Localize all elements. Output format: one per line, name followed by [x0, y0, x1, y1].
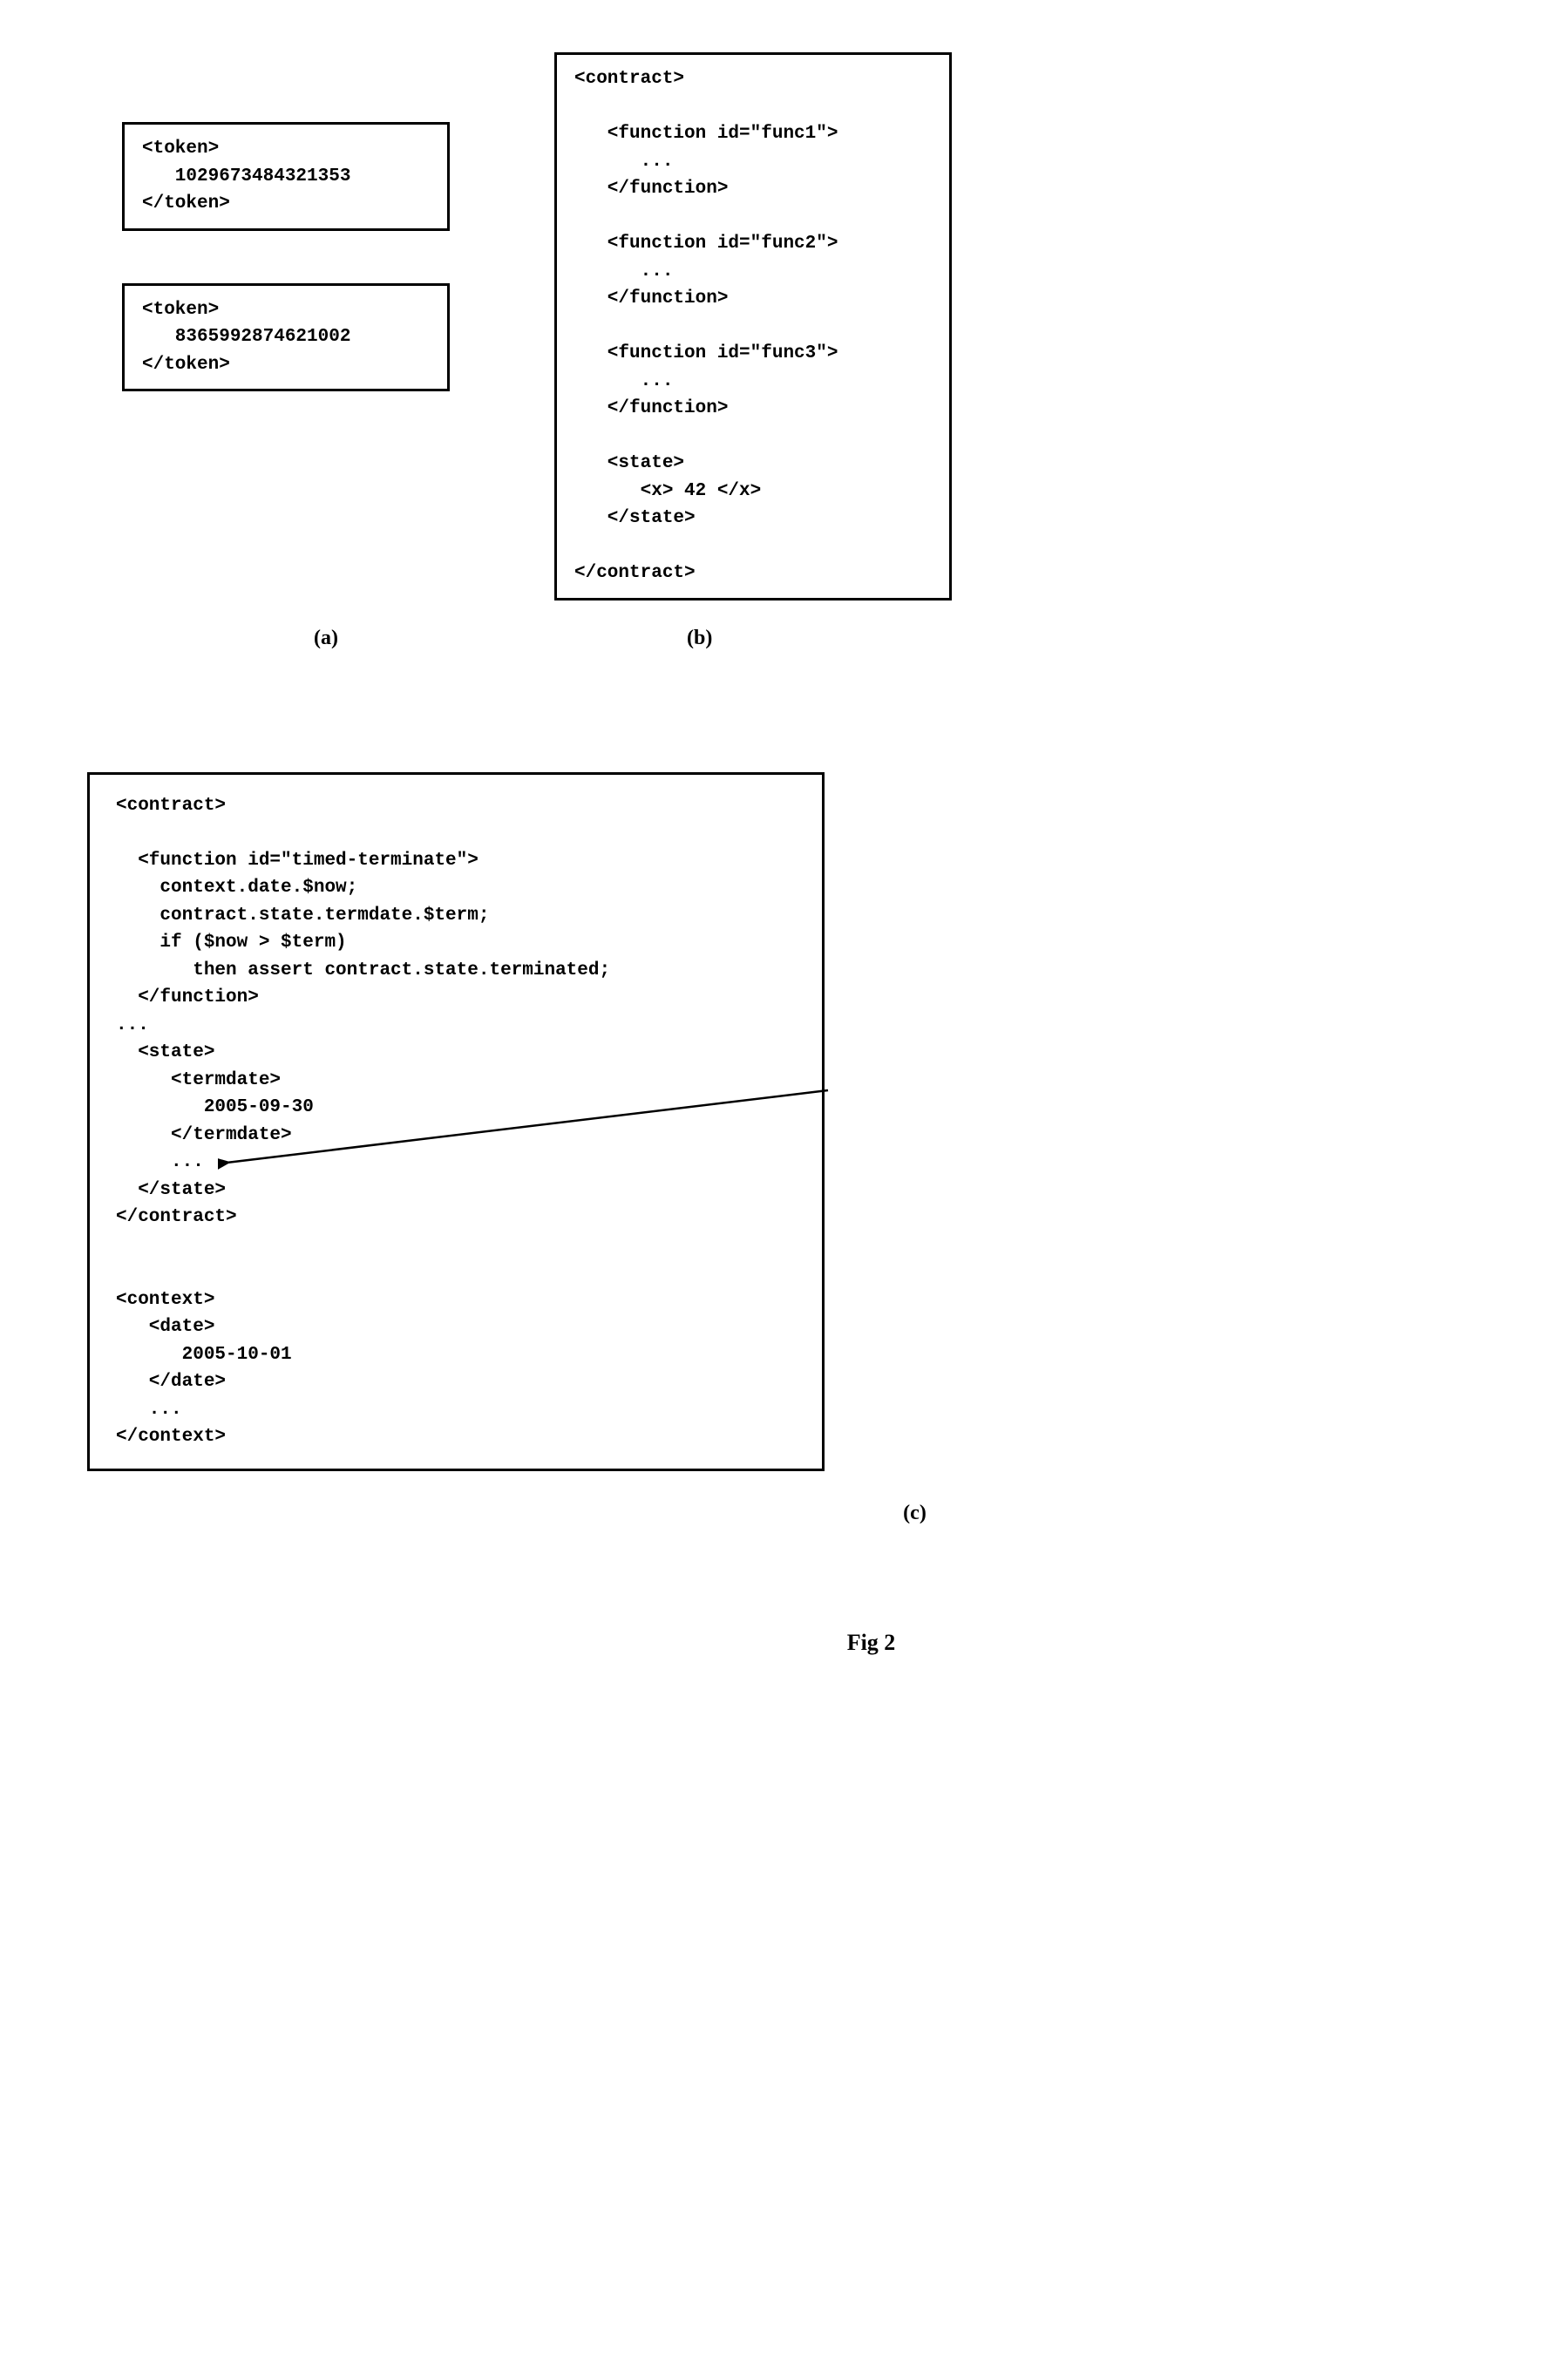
- cb-l7: <function id="func2">: [574, 234, 838, 254]
- token1-close: </token>: [142, 193, 230, 214]
- top-row: <token> 1029673484321353 </token> <token…: [122, 52, 1481, 600]
- token2-open: <token>: [142, 300, 219, 320]
- section-c: <contract> <function id="timed-terminate…: [87, 772, 1481, 1471]
- cc-l12: 2005-09-30: [116, 1097, 314, 1117]
- cc-l9: ...: [116, 1015, 149, 1035]
- cc-l14: ...: [116, 1152, 204, 1172]
- cc-l5: contract.state.termdate.$term;: [116, 906, 489, 926]
- token-box-1: <token> 1029673484321353 </token>: [122, 122, 450, 231]
- cc-l1: <contract>: [116, 796, 226, 816]
- cc-l10: <state>: [116, 1042, 214, 1062]
- token1-open: <token>: [142, 139, 219, 159]
- cc-l22: </date>: [116, 1372, 226, 1392]
- cc-l20: <date>: [116, 1317, 214, 1337]
- labels-row-ab: (a) (b): [314, 627, 1481, 650]
- cc-l6: if ($now > $term): [116, 933, 347, 953]
- cb-l1: <contract>: [574, 69, 684, 89]
- cb-l19: </contract>: [574, 563, 696, 583]
- cb-l4: ...: [574, 152, 673, 172]
- cb-l17: </state>: [574, 508, 696, 528]
- cb-l11: <function id="func3">: [574, 343, 838, 363]
- token-box-2: <token> 8365992874621002 </token>: [122, 283, 450, 392]
- token1-value: 1029673484321353: [142, 166, 350, 187]
- cb-l13: </function>: [574, 398, 728, 418]
- cc-l11: <termdate>: [116, 1070, 281, 1090]
- cc-l15: </state>: [116, 1180, 226, 1200]
- cb-l5: </function>: [574, 179, 728, 199]
- cb-l8: ...: [574, 261, 673, 282]
- cb-l15: <state>: [574, 453, 684, 473]
- cc-l13: </termdate>: [116, 1125, 292, 1145]
- figure-label: Fig 2: [261, 1630, 1481, 1656]
- cb-l16: <x> 42 </x>: [574, 481, 761, 501]
- cc-l21: 2005-10-01: [116, 1345, 292, 1365]
- contract-box-b: <contract> <function id="func1"> ... </f…: [554, 52, 952, 600]
- tokens-column: <token> 1029673484321353 </token> <token…: [122, 122, 450, 391]
- cc-l23: ...: [116, 1400, 182, 1420]
- token2-close: </token>: [142, 355, 230, 375]
- cc-l16: </contract>: [116, 1207, 237, 1227]
- contract-box-c: <contract> <function id="timed-terminate…: [87, 772, 825, 1471]
- cc-l3: <function id="timed-terminate">: [116, 851, 479, 871]
- label-b: (b): [687, 627, 712, 650]
- cc-l19: <context>: [116, 1290, 214, 1310]
- cc-l24: </context>: [116, 1427, 226, 1447]
- cc-l7: then assert contract.state.terminated;: [116, 960, 610, 980]
- label-a: (a): [314, 627, 338, 650]
- label-c: (c): [349, 1502, 1481, 1525]
- cc-l8: </function>: [116, 987, 259, 1008]
- token2-value: 8365992874621002: [142, 327, 350, 347]
- cb-l3: <function id="func1">: [574, 124, 838, 144]
- cb-l9: </function>: [574, 288, 728, 309]
- cb-l12: ...: [574, 371, 673, 391]
- cc-l4: context.date.$now;: [116, 878, 357, 898]
